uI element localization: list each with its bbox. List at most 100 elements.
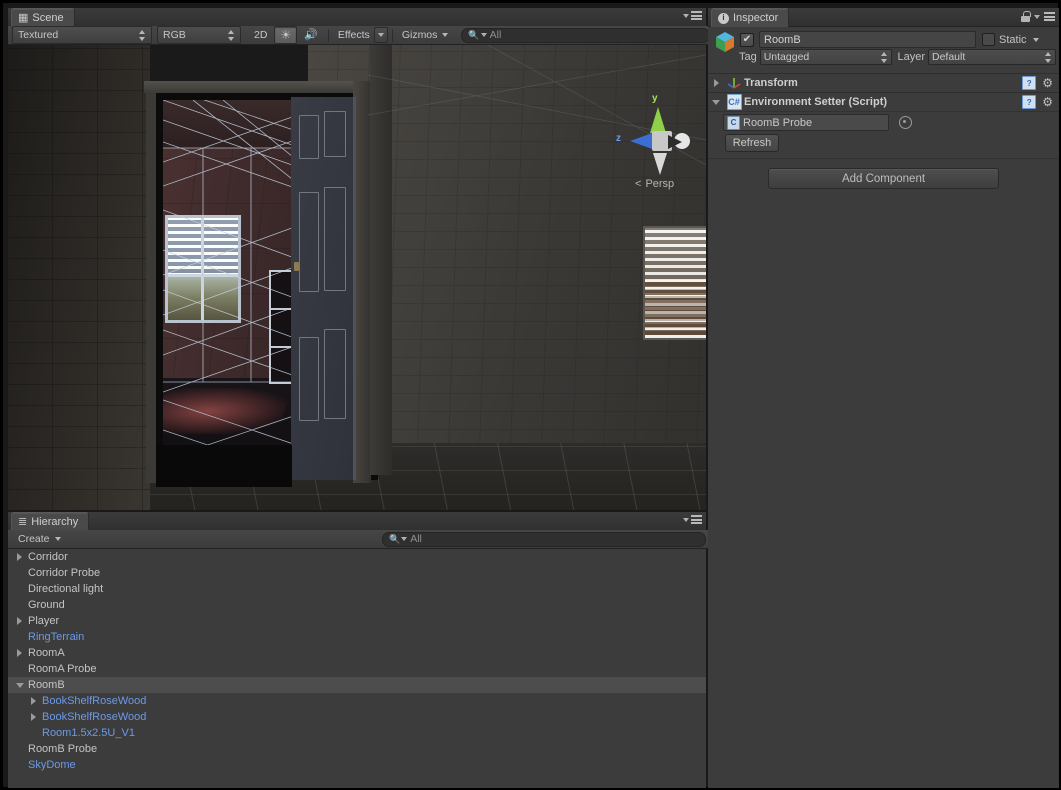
- gear-icon[interactable]: ⚙: [1042, 77, 1053, 89]
- door-slab: [291, 97, 356, 480]
- updown-icon: [881, 52, 888, 63]
- component-header-transform[interactable]: Transform ? ⚙: [708, 73, 1059, 93]
- effects-dropdown[interactable]: Effects: [332, 26, 373, 44]
- foldout-toggle[interactable]: [14, 649, 25, 657]
- chevron-down-icon: [442, 33, 448, 37]
- hierarchy-item-ringterrain[interactable]: RingTerrain: [8, 629, 706, 645]
- static-label: Static: [999, 34, 1027, 46]
- object-picker-icon[interactable]: [899, 116, 912, 129]
- hierarchy-item-ground[interactable]: Ground: [8, 597, 706, 613]
- transform-foldout[interactable]: [708, 79, 724, 87]
- door-panel-3: [299, 192, 319, 292]
- hierarchy-item-label: Room1.5x2.5U_V1: [42, 727, 135, 739]
- hierarchy-item-label: Player: [28, 615, 59, 627]
- updown-icon: [228, 30, 235, 41]
- foldout-toggle[interactable]: [14, 553, 25, 561]
- hierarchy-item-rooma-probe[interactable]: RoomA Probe: [8, 661, 706, 677]
- hierarchy-item-label: RoomB Probe: [28, 743, 97, 755]
- lock-icon[interactable]: [1021, 11, 1030, 22]
- hierarchy-item-directional-light[interactable]: Directional light: [8, 581, 706, 597]
- hierarchy-item-room1-5x2-5u-v1[interactable]: Room1.5x2.5U_V1: [8, 725, 706, 741]
- hierarchy-item-label: SkyDome: [28, 759, 76, 771]
- tab-inspector-label: Inspector: [733, 12, 778, 24]
- chevron-down-icon: [55, 537, 61, 541]
- layer-value: Default: [932, 51, 965, 63]
- toggle-lighting-button[interactable]: ☀: [274, 26, 297, 44]
- static-checkbox[interactable]: [982, 33, 995, 46]
- chevron-down-icon: [16, 683, 24, 688]
- gameobject-enabled-checkbox[interactable]: ✔: [740, 33, 754, 47]
- foldout-toggle[interactable]: [28, 713, 39, 721]
- layer-dropdown[interactable]: Default: [928, 49, 1056, 65]
- hierarchy-item-label: RingTerrain: [28, 631, 84, 643]
- grid-icon: ▦: [18, 13, 28, 24]
- component-header-environment-setter[interactable]: C# Environment Setter (Script) ? ⚙: [708, 92, 1059, 112]
- tag-value: Untagged: [764, 51, 810, 63]
- inspector-tabstrip: i Inspector: [708, 8, 1059, 27]
- door-panel-2: [324, 111, 346, 157]
- scene-tabstrip: ▦ Scene: [8, 8, 706, 27]
- gameobject-header: ✔ RoomB Static Tag Untagged: [708, 27, 1059, 65]
- tab-hierarchy[interactable]: ≣ Hierarchy: [11, 512, 89, 531]
- add-component-button[interactable]: Add Component: [768, 168, 999, 189]
- list-icon: ≣: [18, 517, 27, 528]
- hierarchy-item-roomb-probe[interactable]: RoomB Probe: [8, 741, 706, 757]
- updown-icon: [139, 30, 146, 41]
- effects-dropdown-arrow[interactable]: [374, 27, 388, 43]
- gizmo-projection-toggle[interactable]: < Persp: [635, 178, 674, 190]
- tab-scene[interactable]: ▦ Scene: [11, 8, 75, 27]
- chevron-left-icon: <: [635, 178, 641, 190]
- hierarchy-item-label: BookShelfRoseWood: [42, 695, 146, 707]
- foldout-toggle[interactable]: [14, 683, 25, 688]
- foldout-toggle[interactable]: [28, 697, 39, 705]
- hierarchy-item-corridor-probe[interactable]: Corridor Probe: [8, 565, 706, 581]
- gear-icon[interactable]: ⚙: [1042, 96, 1053, 108]
- hierarchy-item-corridor[interactable]: Corridor: [8, 549, 706, 565]
- scene-viewport[interactable]: y z x < Persp: [8, 45, 706, 510]
- help-icon[interactable]: ?: [1022, 76, 1036, 90]
- door-threshold-shadow: [156, 445, 292, 487]
- draw-mode-dropdown[interactable]: Textured: [12, 26, 152, 44]
- hierarchy-item-roomb[interactable]: RoomB: [8, 677, 706, 693]
- hierarchy-item-label: Corridor Probe: [28, 567, 100, 579]
- environment-setter-foldout[interactable]: [708, 100, 724, 105]
- scene-pane-menu-button[interactable]: [683, 11, 702, 20]
- gizmos-dropdown[interactable]: Gizmos: [396, 26, 455, 44]
- refresh-button[interactable]: Refresh: [725, 134, 779, 152]
- render-mode-dropdown[interactable]: RGB: [157, 26, 241, 44]
- checkmark-icon: ✔: [743, 35, 751, 45]
- gameobject-name-input[interactable]: RoomB: [759, 31, 976, 48]
- hierarchy-item-label: Corridor: [28, 551, 68, 563]
- hierarchy-item-bookshelfrosewood[interactable]: BookShelfRoseWood: [8, 693, 706, 709]
- static-dropdown-arrow[interactable]: [1033, 38, 1039, 42]
- foldout-toggle[interactable]: [14, 617, 25, 625]
- hierarchy-item-player[interactable]: Player: [8, 613, 706, 629]
- hamburger-icon[interactable]: [1044, 12, 1055, 21]
- create-dropdown[interactable]: Create: [12, 530, 67, 548]
- draw-mode-label: Textured: [18, 29, 58, 41]
- hierarchy-item-bookshelfrosewood[interactable]: BookShelfRoseWood: [8, 709, 706, 725]
- help-icon[interactable]: ?: [1022, 95, 1036, 109]
- probe-object-field[interactable]: C RoomB Probe: [723, 114, 889, 131]
- scene-view-gizmo[interactable]: y z x < Persp: [606, 91, 706, 199]
- transform-title: Transform: [744, 77, 798, 89]
- speaker-icon: 🔊: [304, 30, 318, 41]
- tab-inspector[interactable]: i Inspector: [711, 8, 789, 27]
- scene-search-input[interactable]: 🔍 All: [461, 28, 710, 43]
- window-blinds-lower: [645, 280, 706, 338]
- hierarchy-item-rooma[interactable]: RoomA: [8, 645, 706, 661]
- hierarchy-pane-menu-button[interactable]: [683, 515, 702, 524]
- corridor-window: [645, 228, 706, 338]
- tag-dropdown[interactable]: Untagged: [760, 49, 892, 65]
- toggle-audio-button[interactable]: 🔊: [298, 26, 324, 44]
- chevron-right-icon: [17, 649, 22, 657]
- hierarchy-item-skydome[interactable]: SkyDome: [8, 757, 706, 773]
- gizmo-axis-y-cone[interactable]: [650, 107, 666, 133]
- toggle-2d-button[interactable]: 2D: [248, 26, 273, 44]
- info-icon: i: [718, 13, 729, 24]
- gizmo-axis-neg-y[interactable]: [653, 153, 667, 175]
- hierarchy-list[interactable]: Corridor Corridor Probe Directional lightG…: [8, 549, 706, 788]
- scene-toolbar: Textured RGB 2D ☀ 🔊 Effects: [8, 26, 714, 45]
- hierarchy-search-input[interactable]: 🔍 All: [382, 532, 706, 547]
- inspector-divider: [708, 158, 1059, 159]
